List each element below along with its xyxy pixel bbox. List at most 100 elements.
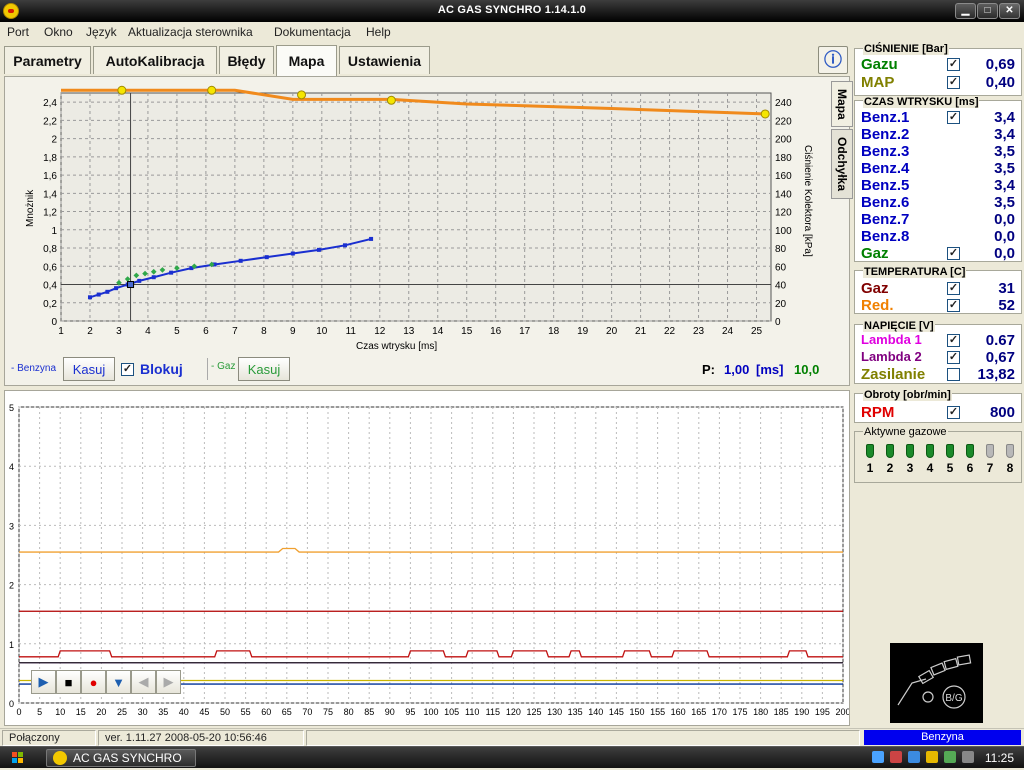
row-value: 0,0 — [994, 228, 1015, 245]
map-ytick: 2 — [51, 135, 57, 146]
tray-misc-icon[interactable] — [962, 751, 974, 763]
row-label: Benz.1 — [861, 109, 910, 126]
map-y2tick: 20 — [775, 299, 787, 310]
map-xlabel: Czas wtrysku [ms] — [356, 341, 437, 352]
tab-bledy[interactable]: Błędy — [219, 46, 274, 74]
vtab-odchylka[interactable]: Odchyłka — [831, 129, 853, 199]
row-checkbox[interactable] — [947, 368, 960, 381]
injection-group: CZAS WTRYSKU [ms] Benz.1 ✓ 3,4 Benz.2 3,4 Ben… — [854, 96, 1022, 262]
tray-volume-icon[interactable] — [890, 751, 902, 763]
down-arrow-button[interactable]: ▼ — [106, 670, 131, 694]
injector-icon — [946, 444, 954, 458]
row-checkbox[interactable]: ✓ — [947, 58, 960, 71]
tab-ustawienia[interactable]: Ustawienia — [339, 46, 430, 74]
graph-xtick: 25 — [117, 707, 127, 717]
graph-xtick: 30 — [138, 707, 148, 717]
value-row: Lambda 1 ✓ 0.67 — [855, 332, 1021, 349]
graph-xtick: 55 — [241, 707, 251, 717]
graph-ytick: 1 — [9, 640, 14, 650]
tab-parametry[interactable]: Parametry — [4, 46, 91, 74]
prev-icon: ◀ — [138, 674, 149, 689]
map-panel: 1 2 3 4 5 6 7 8 9 10 11 12 13 14 15 16 17 18 19 20 21 22 23 24 2… — [4, 76, 853, 386]
stop-button[interactable]: ■ — [56, 670, 81, 694]
blokuj-checkbox[interactable]: ✓ — [121, 363, 134, 376]
graph-ytick: 2 — [9, 581, 14, 591]
map-ytick: 2,2 — [43, 116, 57, 127]
maximize-button[interactable]: □ — [977, 3, 998, 19]
minimize-button[interactable]: ▁ — [955, 3, 976, 19]
next-button[interactable]: ▶ — [156, 670, 181, 694]
tray-network-icon[interactable] — [872, 751, 884, 763]
injector-number: 8 — [1006, 461, 1014, 475]
gaz-legend: - Gaz — [211, 361, 236, 372]
p-value-2: 10,0 — [794, 362, 820, 377]
tray-device-icon[interactable] — [944, 751, 956, 763]
voltage-group: NAPIĘCIE [V] Lambda 1 ✓ 0.67 Lambda 2 ✓ 0,67 Z… — [854, 320, 1022, 384]
row-label: Lambda 2 — [861, 349, 922, 364]
kasuj-gaz-button[interactable]: Kasuj — [238, 357, 290, 381]
map-pressure-marker — [297, 90, 307, 100]
map-xtick: 11 — [346, 326, 357, 337]
row-checkbox[interactable]: ✓ — [947, 111, 960, 124]
row-checkbox[interactable]: ✓ — [947, 247, 960, 260]
title-bar: AC GAS SYNCHRO 1.14.1.0 ▁ □ ✕ — [0, 0, 1024, 22]
injector-icon — [986, 444, 994, 458]
taskbar: AC GAS SYNCHRO 11:25 — [0, 746, 1024, 768]
vtab-mapa[interactable]: Mapa — [831, 81, 853, 127]
right-panel: CIŚNIENIE [Bar] Gazu ✓ 0,69 MAP ✓ 0,40 CZAS W… — [854, 42, 1024, 724]
taskbar-app-item[interactable]: AC GAS SYNCHRO — [46, 749, 196, 767]
row-checkbox[interactable]: ✓ — [947, 76, 960, 89]
graph-xtick: 200 — [835, 707, 849, 717]
graph-xtick: 85 — [364, 707, 374, 717]
value-row: Benz.7 0,0 — [855, 211, 1021, 228]
tray-security-icon[interactable] — [926, 751, 938, 763]
prev-button[interactable]: ◀ — [131, 670, 156, 694]
injector-icon — [926, 444, 934, 458]
menu-aktualizacja[interactable]: Aktualizacja sterownika — [128, 25, 253, 39]
map-controls: - Benzyna Kasuj ✓ Blokuj - Gaz Kasuj P: … — [5, 355, 851, 383]
injector-7: 7 — [981, 444, 999, 480]
injector-icon — [906, 444, 914, 458]
close-button[interactable]: ✕ — [999, 3, 1020, 19]
graph-xtick: 145 — [609, 707, 624, 717]
row-checkbox[interactable]: ✓ — [947, 299, 960, 312]
graph-xtick: 115 — [486, 707, 500, 717]
row-checkbox[interactable]: ✓ — [947, 334, 960, 347]
map-benzyna-point — [87, 295, 92, 300]
active-gas-title: Aktywne gazowe — [863, 426, 948, 438]
menu-dokumentacja[interactable]: Dokumentacja — [274, 25, 351, 39]
map-benzyna-point — [369, 236, 374, 241]
map-plot-area — [60, 92, 772, 322]
p-unit: [ms] — [756, 362, 784, 377]
menu-bar: Port Okno Język Aktualizacja sterownika … — [0, 22, 1024, 42]
play-button[interactable]: ▶ — [31, 670, 56, 694]
row-checkbox[interactable]: ✓ — [947, 282, 960, 295]
row-checkbox[interactable]: ✓ — [947, 351, 960, 364]
menu-port[interactable]: Port — [7, 25, 29, 39]
map-chart[interactable]: 1 2 3 4 5 6 7 8 9 10 11 12 13 14 15 16 17 18 19 20 21 22 23 24 2… — [5, 77, 825, 355]
map-y2tick: 100 — [775, 226, 792, 237]
tray-bluetooth-icon[interactable] — [908, 751, 920, 763]
rpm-group: Obroty [obr/min] RPM ✓ 800 — [854, 389, 1022, 423]
rpm-checkbox[interactable]: ✓ — [947, 406, 960, 419]
map-benzyna-point — [151, 275, 156, 280]
kasuj-benzyna-button[interactable]: Kasuj — [63, 357, 115, 381]
start-button[interactable] — [2, 749, 34, 767]
row-value: 52 — [998, 297, 1015, 314]
map-benzyna-point — [264, 255, 269, 260]
row-label: MAP — [861, 74, 895, 91]
tab-autokalibracja[interactable]: AutoKalibracja — [93, 46, 217, 74]
menu-okno[interactable]: Okno — [44, 25, 73, 39]
row-value: 31 — [998, 280, 1015, 297]
menu-help[interactable]: Help — [366, 25, 391, 39]
menu-jezyk[interactable]: Język — [86, 25, 117, 39]
value-row: Zasilanie 13,82 — [855, 366, 1021, 383]
info-button[interactable]: ⓘ — [818, 46, 848, 74]
map-xtick: 6 — [203, 326, 209, 337]
value-row: Benz.6 3,5 — [855, 194, 1021, 211]
map-xtick: 18 — [548, 326, 560, 337]
record-button[interactable]: ● — [81, 670, 106, 694]
tab-mapa[interactable]: Mapa — [276, 45, 337, 76]
window-title: AC GAS SYNCHRO 1.14.1.0 — [437, 4, 587, 16]
injector-number: 6 — [966, 461, 974, 475]
